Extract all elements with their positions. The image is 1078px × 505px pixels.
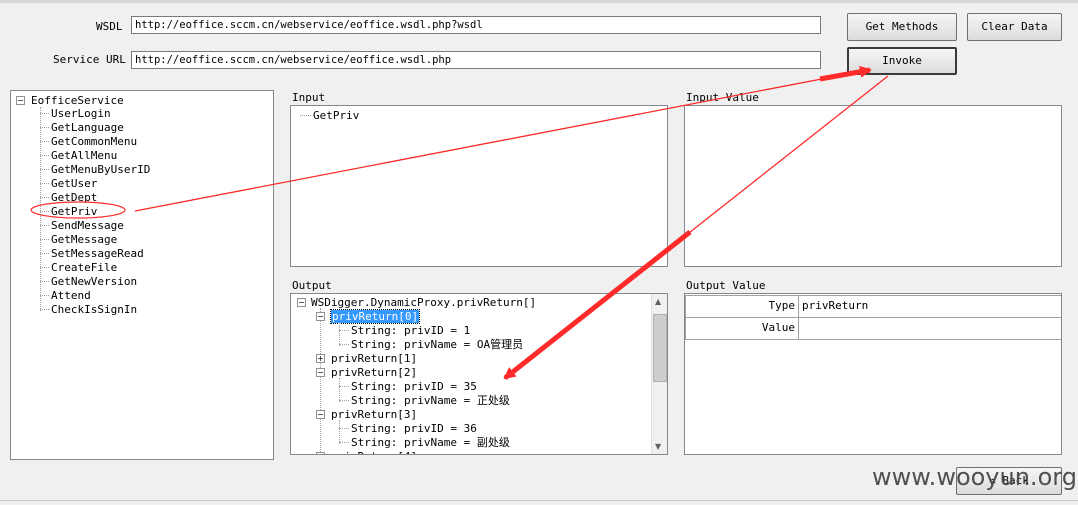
annotation-thin-line bbox=[134, 71, 859, 212]
highlight-ellipse bbox=[30, 201, 126, 219]
annotation-arrow-to-invoke bbox=[819, 65, 872, 82]
annotation-arrow-to-output bbox=[503, 230, 692, 380]
annotation-overlay bbox=[30, 65, 889, 380]
watermark-text: www.wooyun.org bbox=[872, 463, 1077, 491]
